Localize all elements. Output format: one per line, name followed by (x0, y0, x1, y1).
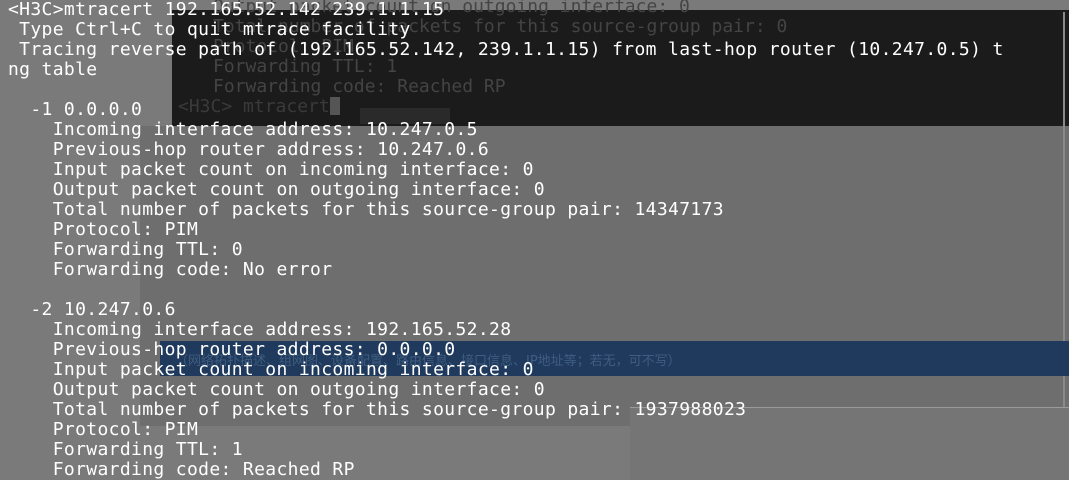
terminal-line: Previous-hop router address: 10.247.0.6 (8, 139, 490, 160)
terminal-line: Type Ctrl+C to quit mtrace facility (8, 19, 411, 40)
terminal-line: Tracing reverse path of (192.165.52.142,… (8, 39, 1004, 60)
terminal-line: Total number of packets for this source-… (8, 399, 747, 420)
terminal-line: Protocol: PIM (8, 419, 199, 440)
terminal-line: Total number of packets for this source-… (8, 199, 724, 220)
terminal-line: -2 10.247.0.6 (8, 299, 176, 320)
terminal-line: Incoming interface address: 192.165.52.2… (8, 319, 512, 340)
terminal-line: ng table (8, 59, 98, 80)
terminal-line: Forwarding TTL: 1 (8, 439, 243, 460)
terminal-line: Forwarding code: No error (8, 259, 333, 280)
terminal-line: -1 0.0.0.0 (8, 99, 143, 120)
terminal-line: Output packet count on outgoing interfac… (8, 379, 545, 400)
terminal-line: Forwarding TTL: 0 (8, 239, 243, 260)
terminal-line: Previous-hop router address: 0.0.0.0 (8, 339, 456, 360)
terminal-line: Input packet count on incoming interface… (8, 159, 534, 180)
terminal-output[interactable]: <H3C>mtracert 192.165.52.142 239.1.1.15 … (0, 0, 1069, 480)
terminal-line: Forwarding code: Reached RP (8, 459, 355, 480)
terminal-line: Protocol: PIM (8, 219, 199, 240)
terminal-line: <H3C>mtracert 192.165.52.142 239.1.1.15 (8, 0, 445, 20)
terminal-line: Input packet count on incoming interface… (8, 359, 534, 380)
terminal-line: Output packet count on outgoing interfac… (8, 179, 545, 200)
terminal-line: Incoming interface address: 10.247.0.5 (8, 119, 478, 140)
